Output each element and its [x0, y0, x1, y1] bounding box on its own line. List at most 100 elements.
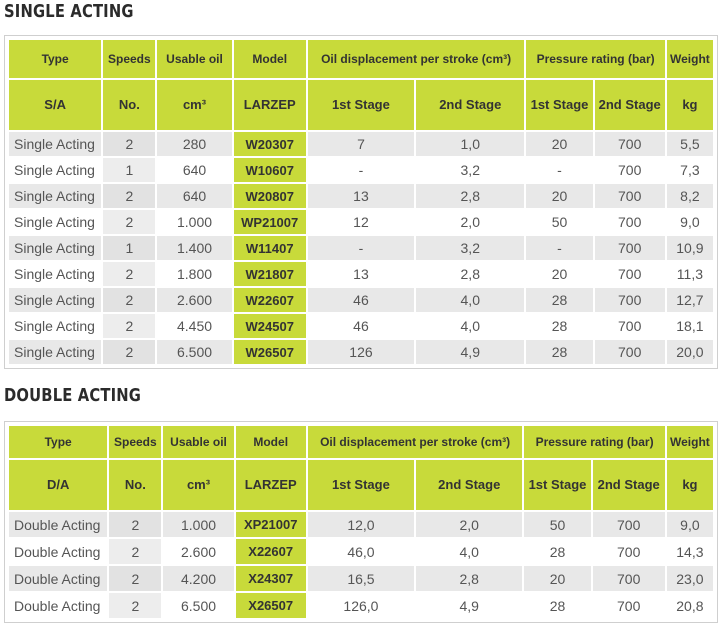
type-cell: Single Acting — [9, 262, 102, 286]
double-acting-table: Type Speeds Usable oil Model Oil displac… — [4, 421, 718, 623]
press-2nd-cell: 700 — [594, 340, 665, 364]
col-model-sub: LARZEP — [235, 460, 306, 510]
table-row: Single Acting 2 280 W20307 7 1,0 20 700 5,5 — [9, 132, 713, 156]
col-type-sub: S/A — [9, 80, 102, 130]
weight-cell: 9,0 — [666, 512, 713, 537]
usable-oil-cell: 1.000 — [163, 512, 234, 537]
type-cell: Single Acting — [9, 340, 102, 364]
col-usable-oil-sub: cm³ — [157, 80, 232, 130]
col-speeds: Speeds — [109, 426, 162, 458]
col-weight-sub: kg — [666, 460, 713, 510]
disp-2nd-cell: 2,0 — [416, 512, 523, 537]
speeds-cell: 2 — [103, 210, 156, 234]
table-row: Single Acting 1 1.400 W11407-3,2-700 10,9 — [9, 236, 713, 260]
model-cell: WP21007 — [233, 210, 306, 234]
col-model-sub: LARZEP — [233, 80, 306, 130]
press-1st-cell: 50 — [524, 512, 591, 537]
col-press-1st: 1st Stage — [526, 80, 593, 130]
press-1st-cell: 20 — [524, 566, 591, 591]
col-type: Type — [9, 40, 102, 78]
usable-oil-cell: 1.800 — [157, 262, 232, 286]
press-2nd-cell: 700 — [594, 236, 665, 260]
col-oil-displacement: Oil displacement per stroke (cm³) — [307, 426, 523, 458]
type-cell: Single Acting — [9, 184, 102, 208]
model-cell: W20807 — [233, 184, 306, 208]
usable-oil-cell: 280 — [157, 132, 232, 156]
disp-1st-cell: 7 — [307, 132, 415, 156]
type-cell: Double Acting — [9, 512, 108, 537]
table-row: Double Acting 2 6.500 X26507 126,0 4,9 28 700 20… — [9, 593, 713, 618]
table-row: Single Acting 2 6.500 W26507 126 4,9 28 700 20,0 — [9, 340, 713, 364]
weight-cell: 11,3 — [666, 262, 713, 286]
press-1st-cell: 20 — [526, 184, 593, 208]
weight-cell: 23,0 — [666, 566, 713, 591]
col-type: Type — [9, 426, 108, 458]
press-1st-cell: - — [526, 158, 593, 182]
col-pressure-rating: Pressure rating (bar) — [524, 426, 665, 458]
disp-2nd-cell: 4,9 — [416, 593, 523, 618]
weight-cell: 14,3 — [666, 539, 713, 564]
model-cell: W26507 — [233, 340, 306, 364]
press-2nd-cell: 700 — [592, 539, 665, 564]
usable-oil-cell: 1.400 — [157, 236, 232, 260]
col-usable-oil-sub: cm³ — [163, 460, 234, 510]
disp-2nd-cell: 4,0 — [416, 314, 525, 338]
model-cell: W10607 — [233, 158, 306, 182]
weight-cell: 18,1 — [666, 314, 713, 338]
model-cell: W11407 — [233, 236, 306, 260]
disp-1st-cell: - — [307, 236, 415, 260]
speeds-cell: 1 — [103, 158, 156, 182]
model-cell: X22607 — [235, 539, 306, 564]
col-model: Model — [235, 426, 306, 458]
press-2nd-cell: 700 — [594, 158, 665, 182]
disp-2nd-cell: 2,0 — [416, 210, 525, 234]
weight-cell: 7,3 — [666, 158, 713, 182]
model-cell: W22607 — [233, 288, 306, 312]
usable-oil-cell: 4.450 — [157, 314, 232, 338]
disp-1st-cell: 126 — [307, 340, 415, 364]
col-weight: Weight — [666, 40, 713, 78]
col-disp-2nd: 2nd Stage — [416, 460, 523, 510]
speeds-cell: 2 — [109, 512, 162, 537]
table-row: Single Acting 2 640 W20807 13 2,8 20 700 8,2 — [9, 184, 713, 208]
type-cell: Double Acting — [9, 593, 108, 618]
col-disp-1st: 1st Stage — [307, 80, 415, 130]
double-acting-rows: Double Acting 2 1.000 XP21007 12,0 2,0 50 700 9,… — [9, 512, 713, 618]
disp-1st-cell: 46,0 — [307, 539, 415, 564]
speeds-cell: 2 — [109, 566, 162, 591]
disp-2nd-cell: 2,8 — [416, 262, 525, 286]
table-row: Double Acting 2 4.200 X24307 16,5 2,8 20 700 23,… — [9, 566, 713, 591]
speeds-cell: 2 — [109, 539, 162, 564]
press-2nd-cell: 700 — [594, 314, 665, 338]
col-press-2nd: 2nd Stage — [594, 80, 665, 130]
weight-cell: 12,7 — [666, 288, 713, 312]
single-acting-title: SINGLE ACTING — [4, 1, 134, 22]
table-row: Double Acting 2 2.600 X22607 46,0 4,0 28 700 14,… — [9, 539, 713, 564]
type-cell: Double Acting — [9, 539, 108, 564]
col-model: Model — [233, 40, 306, 78]
speeds-cell: 2 — [109, 593, 162, 618]
table-row: Single Acting 1 640 W10607-3,2-700 7,3 — [9, 158, 713, 182]
disp-1st-cell: 13 — [307, 262, 415, 286]
press-1st-cell: 28 — [526, 288, 593, 312]
speeds-cell: 2 — [103, 184, 156, 208]
press-2nd-cell: 700 — [592, 593, 665, 618]
col-usable-oil: Usable oil — [157, 40, 232, 78]
col-usable-oil: Usable oil — [163, 426, 234, 458]
col-press-1st: 1st Stage — [524, 460, 591, 510]
usable-oil-cell: 6.500 — [163, 593, 234, 618]
press-1st-cell: - — [526, 236, 593, 260]
press-2nd-cell: 700 — [594, 210, 665, 234]
disp-1st-cell: - — [307, 158, 415, 182]
model-cell: XP21007 — [235, 512, 306, 537]
press-2nd-cell: 700 — [592, 512, 665, 537]
disp-1st-cell: 12,0 — [307, 512, 415, 537]
disp-2nd-cell: 4,0 — [416, 539, 523, 564]
press-2nd-cell: 700 — [594, 184, 665, 208]
disp-1st-cell: 16,5 — [307, 566, 415, 591]
type-cell: Single Acting — [9, 210, 102, 234]
single-acting-rows: Single Acting 2 280 W20307 7 1,0 20 700 5,5 Singl… — [9, 132, 713, 364]
press-1st-cell: 28 — [526, 340, 593, 364]
table-row: Single Acting 2 1.800 W21807 13 2,8 20 700 11,3 — [9, 262, 713, 286]
type-cell: Single Acting — [9, 236, 102, 260]
